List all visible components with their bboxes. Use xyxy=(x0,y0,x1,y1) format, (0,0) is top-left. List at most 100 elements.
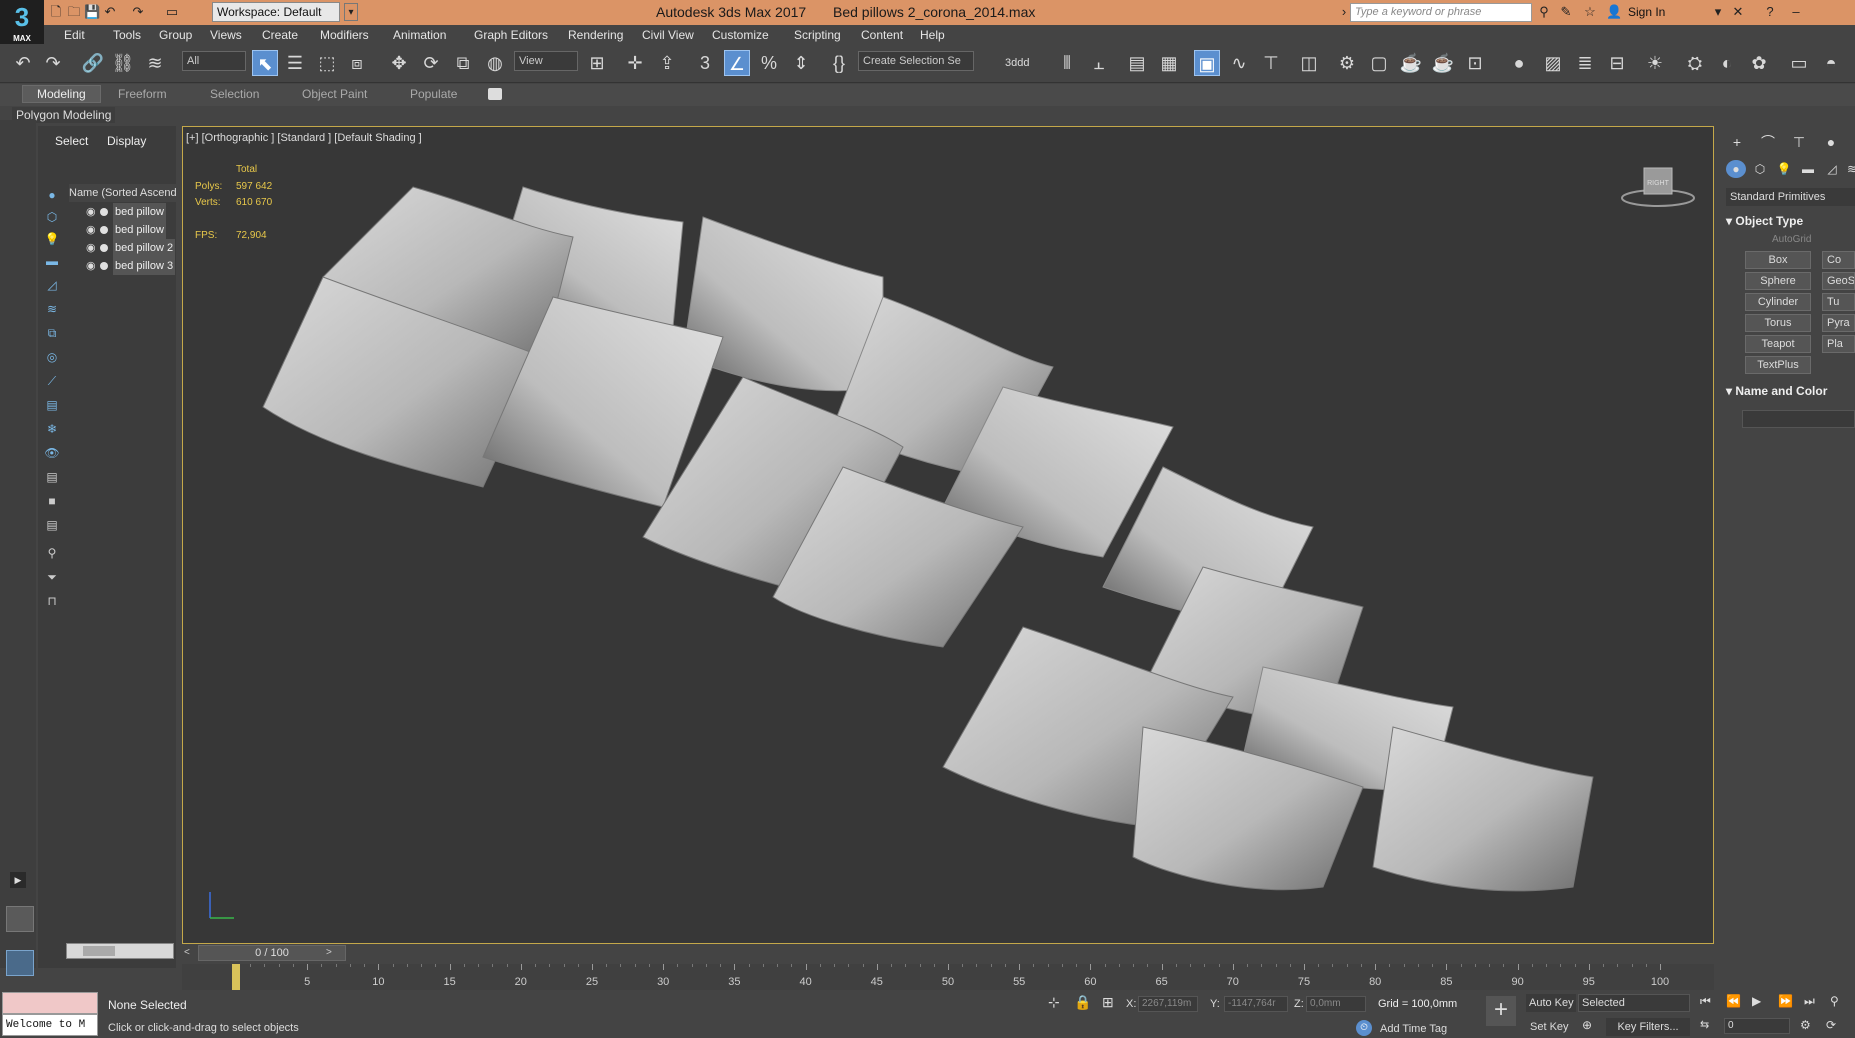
minimize-icon[interactable]: – xyxy=(1788,4,1804,20)
viewcube[interactable]: RIGHT xyxy=(1620,160,1696,210)
percent-snap-icon[interactable]: % xyxy=(756,50,782,76)
scene-object-row[interactable]: ◉ bed pillow 3 xyxy=(86,257,176,275)
plugin-tool-icon[interactable]: ▭ xyxy=(1786,50,1812,76)
layers-icon[interactable]: ⊓ xyxy=(42,592,62,610)
select-and-scale-icon[interactable]: ⧉ xyxy=(450,50,476,76)
list-icon[interactable]: ▤ xyxy=(42,516,62,534)
name-column-header[interactable]: Name (Sorted Ascend xyxy=(69,184,176,202)
visibility-eye-icon[interactable]: ◉ xyxy=(86,221,98,239)
cameras-category-icon[interactable]: ▬ xyxy=(1798,160,1818,178)
display-none-icon[interactable]: ● xyxy=(42,186,62,204)
teapot-render-icon[interactable]: ● xyxy=(1506,50,1532,76)
primitive-button-box[interactable]: Box xyxy=(1745,251,1811,269)
bind-to-space-warp-icon[interactable]: ≋ xyxy=(142,50,168,76)
spacewarps-category-icon[interactable]: ≋ xyxy=(1842,160,1855,178)
favorites-star-icon[interactable]: ☆ xyxy=(1582,4,1598,20)
scene-object-row[interactable]: ◉ bed pillow xyxy=(86,203,176,221)
render-to-texture-icon[interactable]: ≣ xyxy=(1572,50,1598,76)
menu-edit[interactable]: Edit xyxy=(64,28,85,42)
angle-snap-icon[interactable]: ∠ xyxy=(724,50,750,76)
primitive-type-dropdown[interactable]: Standard Primitives xyxy=(1726,188,1855,206)
manipulate-icon[interactable]: ✛ xyxy=(622,50,648,76)
dropdown-icon[interactable]: ▾ xyxy=(1710,4,1726,20)
groups-filter-icon[interactable]: ⧉ xyxy=(42,324,62,342)
primitive-button-sphere[interactable]: Sphere xyxy=(1745,272,1811,290)
geometry-filter-icon[interactable]: ⬡ xyxy=(42,208,62,226)
auto-key-button[interactable]: Auto Key xyxy=(1526,994,1576,1012)
selection-filter-dropdown[interactable]: All xyxy=(182,51,246,71)
track-bar[interactable]: 5 10 15 20 25 30 35 40 45 50 55 60 65 70 75 80 85 90 95 100 xyxy=(182,964,1714,990)
xrefs-filter-icon[interactable]: ◎ xyxy=(42,348,62,366)
create-tab-icon[interactable]: + xyxy=(1726,132,1748,152)
square-icon[interactable]: ■ xyxy=(42,492,62,510)
perspective-viewport[interactable] xyxy=(182,126,1714,944)
primitive-button-pla[interactable]: Pla xyxy=(1822,335,1855,353)
helpers-filter-icon[interactable]: ◿ xyxy=(42,276,62,294)
time-tag-icon[interactable]: ⏲ xyxy=(1356,1020,1372,1036)
lights-category-icon[interactable]: 💡 xyxy=(1774,160,1794,178)
material-editor-icon[interactable]: ◫ xyxy=(1296,50,1322,76)
snaps-toggle-icon[interactable]: 3 xyxy=(692,50,718,76)
cameras-filter-icon[interactable]: ▬ xyxy=(42,252,62,270)
visibility-eye-icon[interactable]: ◉ xyxy=(86,203,98,221)
ribbon-tab-populate[interactable]: Populate xyxy=(410,87,457,101)
plugin-tool-icon[interactable]: ◐ xyxy=(1714,50,1740,76)
named-selection-sets-dropdown[interactable]: Create Selection Se xyxy=(858,51,974,71)
go-to-start-icon[interactable]: ⏮ xyxy=(1700,994,1711,1009)
play-icon[interactable]: ▶ xyxy=(1752,994,1761,1008)
object-name-field[interactable] xyxy=(1742,410,1855,428)
absolute-mode-icon[interactable]: ⊞ xyxy=(1102,994,1114,1011)
redo-icon[interactable]: ↷ xyxy=(130,4,146,20)
named-selection-edit-icon[interactable]: {} xyxy=(826,50,852,76)
curve-editor-icon[interactable]: ∿ xyxy=(1226,50,1252,76)
exchange-apps-icon[interactable]: ✕ xyxy=(1730,4,1746,20)
time-slider-thumb[interactable]: 0 / 100 xyxy=(198,945,346,961)
scene-object-row[interactable]: ◉ bed pillow 2 xyxy=(86,239,176,257)
plugin-tool-icon[interactable]: ✿ xyxy=(1746,50,1772,76)
autogrid-checkbox[interactable]: AutoGrid xyxy=(1772,234,1811,245)
containers-filter-icon[interactable]: ▤ xyxy=(42,396,62,414)
batch-render-icon[interactable]: ⊟ xyxy=(1604,50,1630,76)
user-icon[interactable]: 👤 xyxy=(1606,4,1622,20)
render-production-icon[interactable]: ☕ xyxy=(1398,50,1424,76)
select-and-link-icon[interactable]: 🔗 xyxy=(80,50,106,76)
menu-customize[interactable]: Customize xyxy=(712,28,769,42)
ribbon-tab-freeform[interactable]: Freeform xyxy=(118,87,167,101)
primitive-button-cylinder[interactable]: Cylinder xyxy=(1745,293,1811,311)
ribbon-tab-object-paint[interactable]: Object Paint xyxy=(302,87,367,101)
app-logo-button[interactable]: 3 MAX xyxy=(0,0,44,44)
menu-group[interactable]: Group xyxy=(159,28,192,42)
explorer-horizontal-scrollbar[interactable] xyxy=(66,943,174,959)
menu-modifiers[interactable]: Modifiers xyxy=(320,28,369,42)
save-file-icon[interactable]: 💾 xyxy=(84,4,100,20)
current-frame-marker[interactable] xyxy=(232,964,240,990)
select-object-icon[interactable]: ⬉ xyxy=(252,50,278,76)
viewport-layout-tab[interactable] xyxy=(6,906,34,932)
schematic-view-icon[interactable]: ⊤ xyxy=(1258,50,1284,76)
redo-icon[interactable]: ↷ xyxy=(40,50,66,76)
isolate-selection-icon[interactable]: ⊹ xyxy=(1048,994,1060,1011)
primitive-button-tu[interactable]: Tu xyxy=(1822,293,1855,311)
orbit-icon[interactable]: ⟳ xyxy=(1826,1018,1836,1032)
align-icon[interactable]: ⫠ xyxy=(1086,50,1112,76)
list-icon[interactable]: ▤ xyxy=(42,468,62,486)
hierarchy-tab-icon[interactable]: ⊤ xyxy=(1788,132,1810,152)
hidden-filter-icon[interactable]: 👁 xyxy=(42,444,62,462)
maxscript-mini-listener[interactable]: Welcome to M xyxy=(2,1014,98,1036)
menu-views[interactable]: Views xyxy=(210,28,242,42)
undo-icon[interactable]: ↶ xyxy=(102,4,118,20)
set-key-button[interactable]: Set Key xyxy=(1530,1018,1574,1036)
primitive-button-pyra[interactable]: Pyra xyxy=(1822,314,1855,332)
primitive-button-textplus[interactable]: TextPlus xyxy=(1745,356,1811,374)
pivot-center-icon[interactable]: ⊞ xyxy=(584,50,610,76)
project-folder-icon[interactable]: ▭ xyxy=(164,4,180,20)
environment-icon[interactable]: ▨ xyxy=(1540,50,1566,76)
menu-tools[interactable]: Tools xyxy=(113,28,141,42)
render-setup-icon[interactable]: ⚙ xyxy=(1334,50,1360,76)
plugin-tool-icon[interactable]: ⛭ xyxy=(1682,50,1708,76)
plugin-tool-icon[interactable]: ◓ xyxy=(1818,50,1844,76)
open-file-icon[interactable]: 🗀 xyxy=(66,4,82,20)
viewport-label-menu[interactable]: [+] [Orthographic ] [Standard ] [Default… xyxy=(186,132,422,144)
expand-arrow-icon[interactable]: ▶ xyxy=(10,872,26,888)
rectangular-selection-icon[interactable]: ⬚ xyxy=(314,50,340,76)
